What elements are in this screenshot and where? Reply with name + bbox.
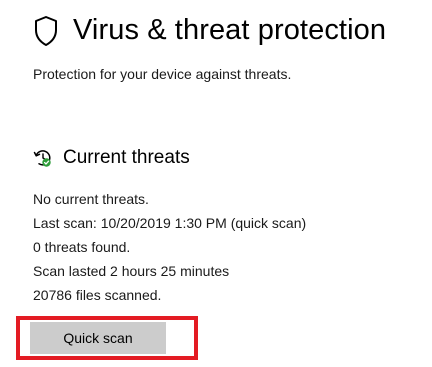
last-scan-text: Last scan: 10/20/2019 1:30 PM (quick sca… (33, 215, 307, 231)
quick-scan-button[interactable]: Quick scan (30, 322, 166, 354)
page-header: Virus & threat protection (33, 14, 386, 47)
current-threats-header: Current threats (33, 147, 190, 169)
threat-history-check-icon (33, 148, 53, 168)
files-scanned-text: 20786 files scanned. (33, 287, 162, 303)
scan-duration-text: Scan lasted 2 hours 25 minutes (33, 263, 230, 279)
page-subtitle: Protection for your device against threa… (33, 66, 292, 82)
page-title: Virus & threat protection (73, 14, 387, 46)
current-threats-title: Current threats (63, 147, 190, 168)
threats-found-text: 0 threats found. (33, 239, 131, 255)
current-threats-details: No current threats. Last scan: 10/20/201… (33, 187, 306, 307)
threat-status-text: No current threats. (33, 191, 149, 207)
virus-threat-protection-page: Virus & threat protection Protection for… (0, 0, 432, 367)
shield-icon (33, 15, 59, 47)
